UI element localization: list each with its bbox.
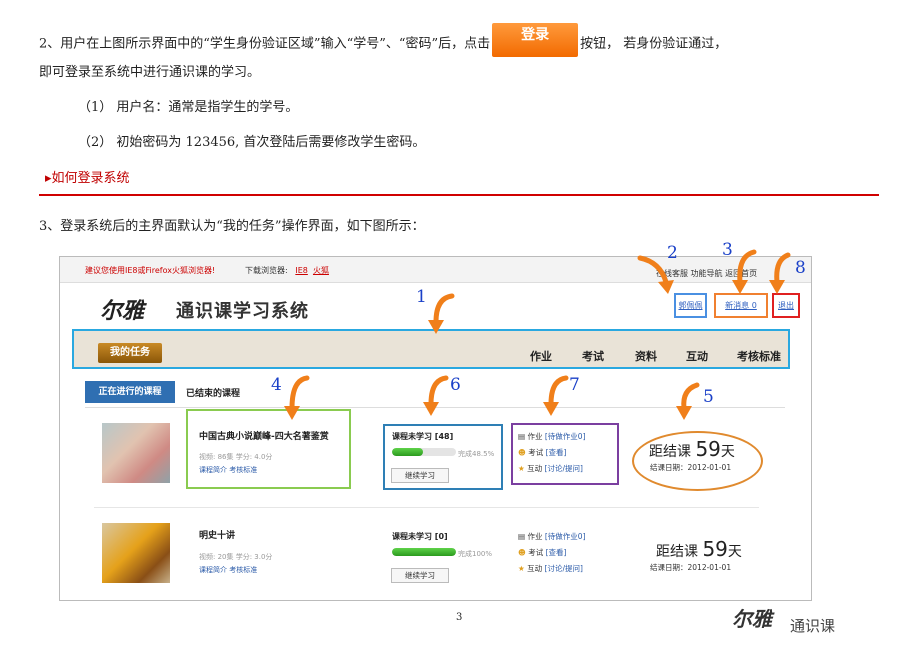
footer-brand-text: 通识课 <box>790 617 836 635</box>
arrow-4-icon <box>289 375 310 411</box>
arrow-6-icon <box>428 375 449 407</box>
arrow-1-icon <box>433 293 455 325</box>
arrow-3-icon <box>737 249 757 285</box>
arrow-2-icon <box>637 255 669 285</box>
page-number: 3 <box>456 612 463 623</box>
erya-footer-logo: 尔雅 <box>732 607 772 631</box>
arrow-8-icon <box>774 252 791 285</box>
arrow-7-icon <box>548 375 569 407</box>
arrow-5-icon <box>681 382 700 411</box>
annotation-arrows <box>284 249 791 420</box>
